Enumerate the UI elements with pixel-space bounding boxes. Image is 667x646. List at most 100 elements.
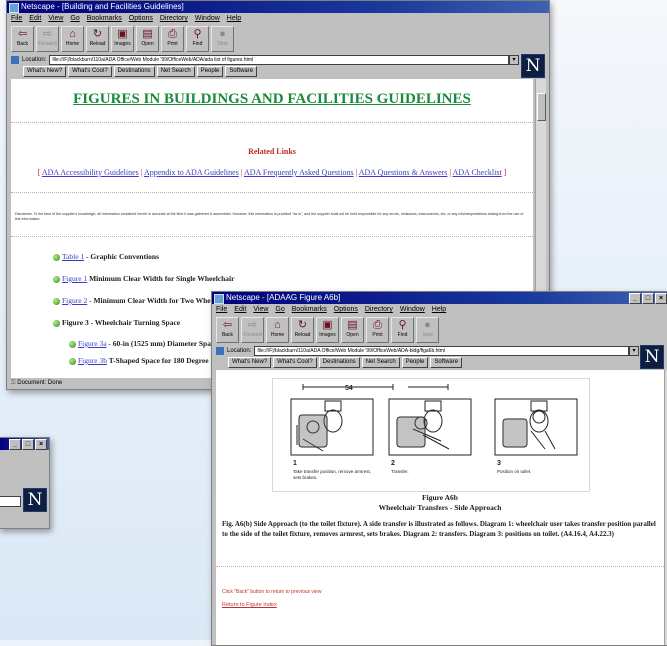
related-link[interactable]: Appendix to ADA Guidelines	[144, 168, 239, 177]
figure-link[interactable]: Table 1	[62, 252, 84, 261]
main-menu-go[interactable]: Go	[70, 15, 79, 22]
directory-button-net-search[interactable]: Net Search	[156, 65, 195, 77]
netscape-app-icon	[214, 294, 224, 304]
print-button[interactable]: ⎙ Print	[366, 317, 389, 343]
location-field-fragment[interactable]	[0, 496, 21, 507]
reload-button[interactable]: ↻ Reload	[291, 317, 314, 343]
directory-button-software[interactable]: Software	[430, 356, 463, 368]
find-button[interactable]: ⚲ Find	[391, 317, 414, 343]
toolbar-label: Forward	[38, 41, 57, 47]
figure-menu-bar: File Edit View Go Bookmarks Options Directory W…	[212, 304, 667, 315]
figure-menu-file[interactable]: File	[216, 306, 227, 313]
figure-menu-go[interactable]: Go	[275, 306, 284, 313]
bookmark-icon[interactable]	[216, 346, 224, 355]
main-menu-help[interactable]: Help	[227, 15, 241, 22]
minimize-button[interactable]: _	[9, 439, 21, 450]
figure-menu-window[interactable]: Window	[400, 306, 425, 313]
green-bullet-icon	[53, 297, 60, 305]
green-bullet-icon	[53, 253, 60, 261]
close-button[interactable]: ×	[35, 439, 47, 450]
forward-button[interactable]: ⇨ Forward	[36, 26, 59, 52]
related-link[interactable]: ADA Accessibility Guidelines	[42, 168, 139, 177]
figure-list-item: Table 1 - Graphic Conventions	[53, 252, 159, 261]
open-button[interactable]: ▤ Open	[341, 317, 364, 343]
main-directory-bar: What's New? What's Cool? Destinations Net S…	[7, 65, 549, 77]
print-button[interactable]: ⎙ Print	[161, 26, 184, 52]
directory-button-destinations[interactable]: Destinations	[318, 356, 360, 368]
figure-description-text: - Minimum Clear Width for Two Whee	[87, 296, 214, 305]
forward-button[interactable]: ⇨ Forward	[241, 317, 264, 343]
directory-button-what-s-new[interactable]: What's New?	[23, 65, 67, 77]
minimize-button[interactable]: _	[629, 293, 641, 304]
panel-1-caption: Take transfer position, remove armrest, …	[293, 469, 372, 480]
maximize-button[interactable]: □	[22, 439, 34, 450]
stop-button[interactable]: ● Stop	[211, 26, 234, 52]
back-button[interactable]: ⇦ Back	[11, 26, 34, 52]
main-scrollbar-thumb[interactable]	[537, 93, 546, 121]
location-dropdown-arrow-icon[interactable]: ▾	[629, 345, 639, 356]
related-link[interactable]: ADA Questions & Answers	[359, 168, 448, 177]
location-dropdown-arrow-icon[interactable]: ▾	[509, 54, 519, 65]
main-menu-window[interactable]: Window	[195, 15, 220, 22]
main-menu-edit[interactable]: Edit	[29, 15, 41, 22]
home-button[interactable]: ⌂ Home	[266, 317, 289, 343]
figure-link[interactable]: Figure 2	[62, 296, 87, 305]
toolbar-label: Images	[114, 41, 131, 47]
images-icon: ▣	[117, 28, 128, 40]
main-menu-bookmarks[interactable]: Bookmarks	[87, 15, 122, 22]
reload-icon: ↻	[92, 28, 103, 40]
figure-title: Figure A6b	[422, 493, 458, 502]
figure-location-bar: Location: file:///F|/blackburn/110a/ADA …	[212, 345, 667, 356]
back-button[interactable]: ⇦ Back	[216, 317, 239, 343]
reload-button[interactable]: ↻ Reload	[86, 26, 109, 52]
figure-browser-window[interactable]: Netscape - [ADAAG Figure A6b] _ □ × File…	[211, 291, 667, 646]
return-to-figure-index-link[interactable]: Return to Figure Index	[222, 602, 277, 608]
directory-button-what-s-cool[interactable]: What's Cool?	[68, 65, 112, 77]
directory-button-people[interactable]: People	[196, 65, 224, 77]
directory-button-software[interactable]: Software	[225, 65, 258, 77]
close-button[interactable]: ×	[655, 293, 667, 304]
directory-button-net-search[interactable]: Net Search	[361, 356, 400, 368]
location-url-field[interactable]: file:///F|/blackburn/110a/ADA Office/Web…	[49, 54, 509, 65]
directory-button-people[interactable]: People	[401, 356, 429, 368]
figure-directory-bar: What's New? What's Cool? Destinations Net S…	[212, 356, 667, 368]
disclaimer-text: Disclaimer. To the best of the supplier'…	[15, 212, 524, 221]
directory-button-destinations[interactable]: Destinations	[113, 65, 155, 77]
main-title-bar: Netscape - [Building and Facilities Guid…	[7, 1, 549, 13]
location-url-field[interactable]: file:///F|/blackburn/110a/ADA Office/Web…	[254, 345, 629, 356]
figure-menu-edit[interactable]: Edit	[234, 306, 246, 313]
forward-arrow-icon: ⇨	[42, 28, 53, 40]
figure-link[interactable]: Figure 3a	[78, 339, 107, 348]
open-icon: ▤	[347, 319, 358, 331]
background-browser-window[interactable]: _ □ × N	[0, 437, 50, 529]
directory-button-what-s-new[interactable]: What's New?	[228, 356, 272, 368]
toolbar-label: Back	[221, 332, 234, 338]
figure-menu-view[interactable]: View	[253, 306, 268, 313]
main-menu-view[interactable]: View	[48, 15, 63, 22]
figure-window-title: Netscape - [ADAAG Figure A6b]	[226, 293, 341, 302]
directory-button-what-s-cool[interactable]: What's Cool?	[273, 356, 317, 368]
bookmark-icon[interactable]	[11, 55, 19, 64]
figure-link[interactable]: Figure 1	[62, 274, 87, 283]
images-button[interactable]: ▣ Images	[316, 317, 339, 343]
find-icon: ⚲	[193, 28, 202, 40]
main-menu-file[interactable]: File	[11, 15, 22, 22]
open-button[interactable]: ▤ Open	[136, 26, 159, 52]
home-button[interactable]: ⌂ Home	[61, 26, 84, 52]
figure-description: Fig. A6(b) Side Approach (to the toilet …	[222, 520, 656, 538]
figure-link[interactable]: Figure 3b	[78, 356, 107, 365]
find-button[interactable]: ⚲ Find	[186, 26, 209, 52]
related-link[interactable]: ADA Frequently Asked Questions	[244, 168, 354, 177]
print-icon: ⎙	[168, 28, 177, 40]
figure-menu-bookmarks[interactable]: Bookmarks	[292, 306, 327, 313]
main-menu-directory[interactable]: Directory	[160, 15, 188, 22]
maximize-button[interactable]: □	[642, 293, 654, 304]
main-menu-options[interactable]: Options	[129, 15, 153, 22]
figure-menu-help[interactable]: Help	[432, 306, 446, 313]
images-button[interactable]: ▣ Images	[111, 26, 134, 52]
figure-illustration: 54 1 2 3 Take transfer position, remove …	[272, 378, 590, 492]
stop-button[interactable]: ● Stop	[416, 317, 439, 343]
related-link[interactable]: ADA Checklist	[453, 168, 502, 177]
figure-menu-options[interactable]: Options	[334, 306, 358, 313]
figure-menu-directory[interactable]: Directory	[365, 306, 393, 313]
